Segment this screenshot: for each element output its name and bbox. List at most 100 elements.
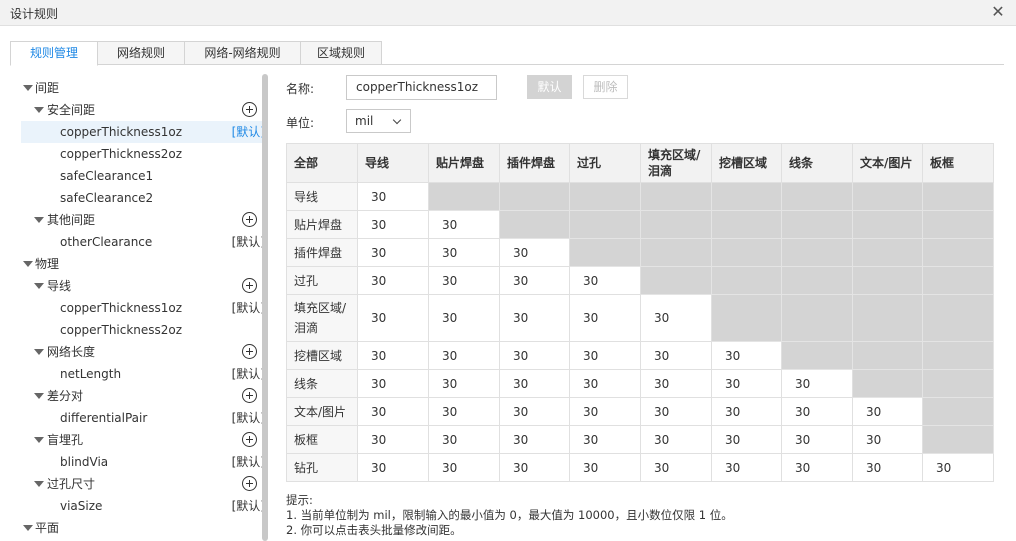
clearance-cell[interactable]: 30: [781, 369, 853, 398]
clearance-cell[interactable]: 30: [357, 369, 429, 398]
plus-circle-icon[interactable]: [242, 432, 257, 447]
clearance-cell[interactable]: 30: [922, 453, 994, 482]
clearance-cell[interactable]: 30: [428, 266, 500, 295]
caret-down-icon[interactable]: [34, 349, 44, 355]
matrix-corner-header[interactable]: 全部: [286, 143, 358, 183]
clearance-cell[interactable]: 30: [428, 210, 500, 239]
plus-circle-icon[interactable]: [242, 476, 257, 491]
tab-region-rules[interactable]: 区域规则: [300, 41, 382, 65]
tree-group-blind-via[interactable]: 盲埋孔: [21, 429, 265, 451]
matrix-row-header[interactable]: 钻孔: [286, 453, 358, 482]
matrix-row-header[interactable]: 导线: [286, 182, 358, 211]
clearance-cell[interactable]: 30: [499, 425, 570, 454]
clearance-cell[interactable]: 30: [569, 266, 641, 295]
plus-circle-icon[interactable]: [242, 388, 257, 403]
clearance-cell[interactable]: 30: [569, 341, 641, 370]
tab-net-net-rules[interactable]: 网络-网络规则: [184, 41, 301, 65]
tree-group-plane[interactable]: 平面: [21, 517, 265, 539]
tree-item-copper-thickness-1oz[interactable]: copperThickness1oz [默认]: [21, 121, 265, 143]
caret-down-icon[interactable]: [34, 481, 44, 487]
matrix-row-header[interactable]: 板框: [286, 425, 358, 454]
plus-circle-icon[interactable]: [242, 212, 257, 227]
caret-down-icon[interactable]: [23, 85, 33, 91]
clearance-cell[interactable]: 30: [781, 453, 853, 482]
clearance-cell[interactable]: 30: [428, 341, 500, 370]
plus-circle-icon[interactable]: [242, 344, 257, 359]
clearance-cell[interactable]: 30: [499, 397, 570, 426]
clearance-cell[interactable]: 30: [357, 425, 429, 454]
unit-select[interactable]: mil: [346, 109, 411, 133]
clearance-cell[interactable]: 30: [640, 341, 712, 370]
clearance-cell[interactable]: 30: [640, 294, 712, 342]
tree-item-copper-thickness-2oz[interactable]: copperThickness2oz: [21, 143, 265, 165]
tree-group-net-length[interactable]: 网络长度: [21, 341, 265, 363]
clearance-cell[interactable]: 30: [357, 294, 429, 342]
matrix-column-header[interactable]: 挖槽区域: [711, 143, 782, 183]
clearance-cell[interactable]: 30: [569, 294, 641, 342]
plus-circle-icon[interactable]: [242, 278, 257, 293]
matrix-row-header[interactable]: 插件焊盘: [286, 238, 358, 267]
clearance-cell[interactable]: 30: [569, 397, 641, 426]
clearance-cell[interactable]: 30: [852, 453, 923, 482]
clearance-cell[interactable]: 30: [640, 453, 712, 482]
clearance-cell[interactable]: 30: [428, 238, 500, 267]
clearance-cell[interactable]: 30: [569, 425, 641, 454]
matrix-column-header[interactable]: 线条: [781, 143, 853, 183]
clearance-cell[interactable]: 30: [499, 341, 570, 370]
clearance-cell[interactable]: 30: [428, 294, 500, 342]
caret-down-icon[interactable]: [34, 107, 44, 113]
plus-circle-icon[interactable]: [242, 102, 257, 117]
tree-item-safe-clearance-1[interactable]: safeClearance1: [21, 165, 265, 187]
matrix-row-header[interactable]: 贴片焊盘: [286, 210, 358, 239]
tree-item-blind-via[interactable]: blindVia [默认]: [21, 451, 265, 473]
close-icon[interactable]: ✕: [990, 2, 1006, 22]
caret-down-icon[interactable]: [34, 217, 44, 223]
tree-item-safe-clearance-2[interactable]: safeClearance2: [21, 187, 265, 209]
tree-group-physical[interactable]: 物理: [21, 253, 265, 275]
matrix-row-header[interactable]: 线条: [286, 369, 358, 398]
clearance-cell[interactable]: 30: [499, 369, 570, 398]
clearance-cell[interactable]: 30: [357, 238, 429, 267]
clearance-cell[interactable]: 30: [428, 397, 500, 426]
clearance-cell[interactable]: 30: [357, 266, 429, 295]
matrix-column-header[interactable]: 导线: [357, 143, 429, 183]
matrix-column-header[interactable]: 插件焊盘: [499, 143, 570, 183]
clearance-cell[interactable]: 30: [499, 238, 570, 267]
tree-group-safe-clearance[interactable]: 安全间距: [21, 99, 265, 121]
clearance-cell[interactable]: 30: [711, 341, 782, 370]
tree-item-other-clearance[interactable]: otherClearance [默认]: [21, 231, 265, 253]
tab-rule-management[interactable]: 规则管理: [10, 41, 98, 66]
tree-item-via-size[interactable]: viaSize [默认]: [21, 495, 265, 517]
matrix-row-header[interactable]: 过孔: [286, 266, 358, 295]
name-input[interactable]: copperThickness1oz: [346, 75, 497, 100]
matrix-column-header[interactable]: 文本/图片: [852, 143, 923, 183]
tree-item-track-copper-1oz[interactable]: copperThickness1oz [默认]: [21, 297, 265, 319]
tab-net-rules[interactable]: 网络规则: [97, 41, 185, 65]
tree-group-differential-pair[interactable]: 差分对: [21, 385, 265, 407]
clearance-cell[interactable]: 30: [640, 425, 712, 454]
matrix-column-header[interactable]: 贴片焊盘: [428, 143, 500, 183]
clearance-cell[interactable]: 30: [569, 453, 641, 482]
clearance-cell[interactable]: 30: [711, 453, 782, 482]
clearance-cell[interactable]: 30: [428, 425, 500, 454]
tree-item-differential-pair[interactable]: differentialPair [默认]: [21, 407, 265, 429]
clearance-cell[interactable]: 30: [357, 341, 429, 370]
clearance-cell[interactable]: 30: [569, 369, 641, 398]
clearance-cell[interactable]: 30: [640, 397, 712, 426]
panel-splitter[interactable]: [262, 74, 268, 541]
caret-down-icon[interactable]: [34, 437, 44, 443]
tree-group-track[interactable]: 导线: [21, 275, 265, 297]
caret-down-icon[interactable]: [23, 525, 33, 531]
clearance-cell[interactable]: 30: [499, 266, 570, 295]
clearance-cell[interactable]: 30: [428, 369, 500, 398]
clearance-cell[interactable]: 30: [711, 369, 782, 398]
clearance-cell[interactable]: 30: [499, 453, 570, 482]
clearance-cell[interactable]: 30: [357, 210, 429, 239]
tree-group-other-clearance[interactable]: 其他间距: [21, 209, 265, 231]
tree-group-spacing[interactable]: 间距: [21, 77, 265, 99]
clearance-cell[interactable]: 30: [499, 294, 570, 342]
clearance-cell[interactable]: 30: [357, 182, 429, 211]
caret-down-icon[interactable]: [34, 393, 44, 399]
clearance-cell[interactable]: 30: [711, 425, 782, 454]
clearance-cell[interactable]: 30: [852, 425, 923, 454]
